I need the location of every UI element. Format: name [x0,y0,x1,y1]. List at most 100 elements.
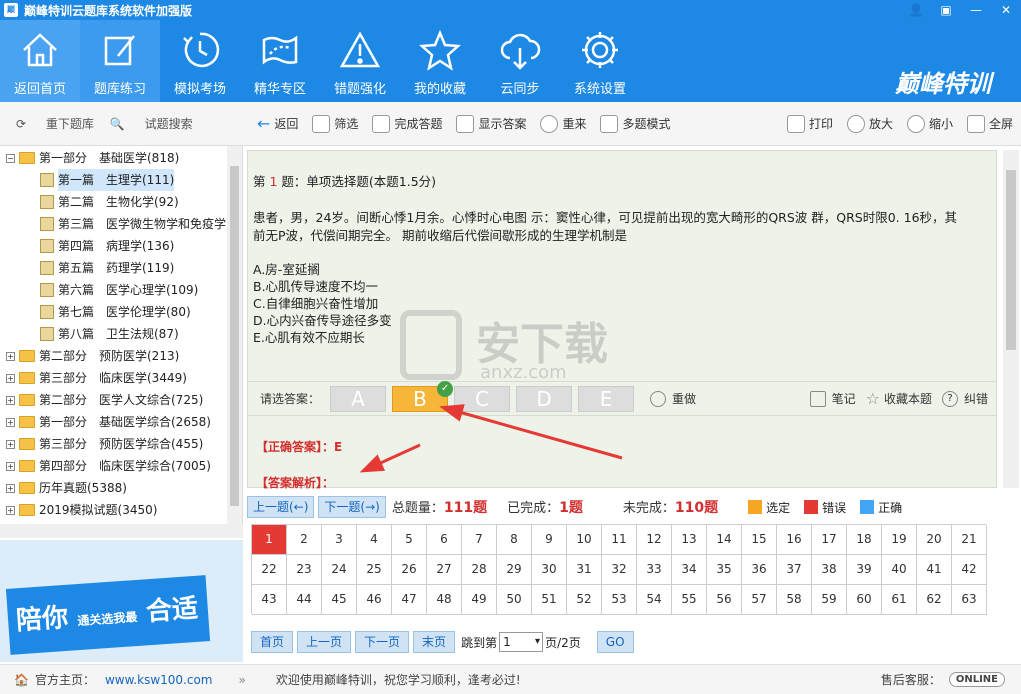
filter-button[interactable]: 筛选 [312,114,358,133]
expand-icon[interactable]: + [6,505,15,515]
question-number-cell[interactable]: 15 [742,525,777,555]
question-number-cell[interactable]: 41 [917,555,952,585]
zoom-out-button[interactable]: 缩小 [906,114,953,133]
tree-vertical-scrollbar[interactable] [227,146,242,524]
close-button[interactable]: ✕ [991,0,1021,20]
expand-icon[interactable]: + [6,373,15,383]
question-number-cell[interactable]: 60 [847,585,882,615]
expand-icon[interactable]: + [6,461,15,471]
tree-item[interactable]: 第六篇 医学心理学(109) [0,279,242,301]
redo-button[interactable]: 重做 [650,390,696,407]
tree-item[interactable]: 第四篇 病理学(136) [0,235,242,257]
last-page-button[interactable]: 末页 [413,631,456,653]
toolbar-favorites[interactable]: 我的收藏 [400,20,480,102]
restart-button[interactable]: 重来 [540,114,586,133]
scroll-thumb[interactable] [230,166,239,506]
question-number-cell[interactable]: 48 [427,585,462,615]
favorite-button[interactable]: ☆ 收藏本题 [866,389,932,408]
question-number-cell[interactable]: 11 [602,525,637,555]
expand-icon[interactable]: + [6,417,15,427]
tree-item[interactable]: + 历年真题(5388) [0,477,242,499]
next-question-button[interactable]: 下一题(→) [318,496,386,518]
choice-d-button[interactable]: D [516,385,573,412]
question-number-cell[interactable]: 49 [462,585,497,615]
question-number-cell[interactable]: 26 [392,555,427,585]
question-number-cell[interactable]: 21 [952,525,987,555]
question-number-cell[interactable]: 34 [672,555,707,585]
expand-icon[interactable]: + [6,483,15,493]
question-number-cell[interactable]: 18 [847,525,882,555]
question-number-cell[interactable]: 46 [357,585,392,615]
toolbar-settings[interactable]: 系统设置 [560,20,640,102]
question-number-cell[interactable]: 1 [252,525,287,555]
user-icon[interactable]: 👤 [901,0,931,20]
question-number-cell[interactable]: 9 [532,525,567,555]
collapse-icon[interactable]: − [6,153,15,163]
report-button[interactable]: ? 纠错 [941,390,988,407]
fullscreen-button[interactable]: 全屏 [966,114,1013,133]
question-number-cell[interactable]: 23 [287,555,322,585]
tree-item[interactable]: + 第四部分 临床医学综合(7005) [0,455,242,477]
tree-item[interactable]: + 第一部分 基础医学综合(2658) [0,411,242,433]
finish-button[interactable]: 完成答题 [372,114,442,133]
multi-mode-button[interactable]: 多题模式 [600,114,671,133]
question-number-cell[interactable]: 37 [777,555,812,585]
choice-b-button[interactable]: B ✓ [392,380,454,412]
question-number-cell[interactable]: 20 [917,525,952,555]
question-number-cell[interactable]: 51 [532,585,567,615]
question-number-cell[interactable]: 4 [357,525,392,555]
question-number-cell[interactable]: 56 [707,585,742,615]
question-number-cell[interactable]: 12 [637,525,672,555]
search-button[interactable]: 🔍 试题搜索 [110,115,193,132]
tree-item[interactable]: 第二篇 生物化学(92) [0,191,242,213]
question-number-cell[interactable]: 3 [322,525,357,555]
question-number-cell[interactable]: 53 [602,585,637,615]
question-number-cell[interactable]: 52 [567,585,602,615]
notes-button[interactable]: 笔记 [809,390,856,407]
question-number-cell[interactable]: 45 [322,585,357,615]
question-number-cell[interactable]: 27 [427,555,462,585]
print-button[interactable]: 打印 [786,114,833,133]
question-number-cell[interactable]: 59 [812,585,847,615]
question-number-cell[interactable]: 62 [917,585,952,615]
question-number-cell[interactable]: 2 [287,525,322,555]
choice-c-button[interactable]: C [454,385,511,412]
question-number-cell[interactable]: 32 [602,555,637,585]
question-number-cell[interactable]: 40 [882,555,917,585]
toolbar-home[interactable]: 返回首页 [0,20,80,102]
question-number-cell[interactable]: 29 [497,555,532,585]
question-number-cell[interactable]: 55 [672,585,707,615]
go-button[interactable]: GO [596,631,634,653]
question-number-cell[interactable]: 50 [497,585,532,615]
tree-item[interactable]: 第八篇 卫生法规(87) [0,323,242,345]
first-page-button[interactable]: 首页 [251,631,294,653]
choice-e-button[interactable]: E [578,385,635,412]
question-number-cell[interactable]: 44 [287,585,322,615]
toolbar-practice[interactable]: 题库练习 [80,20,160,102]
reload-bank-button[interactable]: ⟳ 重下题库 [16,115,94,132]
next-page-button[interactable]: 下一页 [355,631,410,653]
question-number-cell[interactable]: 31 [567,555,602,585]
question-number-cell[interactable]: 43 [252,585,287,615]
question-number-cell[interactable]: 28 [462,555,497,585]
tree-item[interactable]: − 第一部分 基础医学(818) [0,147,242,169]
question-number-cell[interactable]: 25 [357,555,392,585]
tree-item[interactable]: 第五篇 药理学(119) [0,257,242,279]
tree-item[interactable]: 第一篇 生理学(111) [0,169,242,191]
scroll-thumb[interactable] [1006,170,1016,350]
question-number-cell[interactable]: 47 [392,585,427,615]
expand-icon[interactable]: + [6,351,15,361]
question-number-cell[interactable]: 10 [567,525,602,555]
tree-item[interactable]: 第三篇 医学微生物学和免疫学 [0,213,242,235]
question-number-cell[interactable]: 17 [812,525,847,555]
back-button[interactable]: ← 返回 [257,114,298,133]
tree-item[interactable]: + 第三部分 临床医学(3449) [0,367,242,389]
toolbar-essence[interactable]: 精华专区 [240,20,320,102]
tree-horizontal-scrollbar[interactable] [0,524,243,538]
question-scrollbar[interactable] [1003,150,1019,488]
question-number-cell[interactable]: 5 [392,525,427,555]
online-service-button[interactable]: ONLINE [948,672,1005,687]
question-number-cell[interactable]: 30 [532,555,567,585]
question-number-cell[interactable]: 42 [952,555,987,585]
question-number-cell[interactable]: 7 [462,525,497,555]
